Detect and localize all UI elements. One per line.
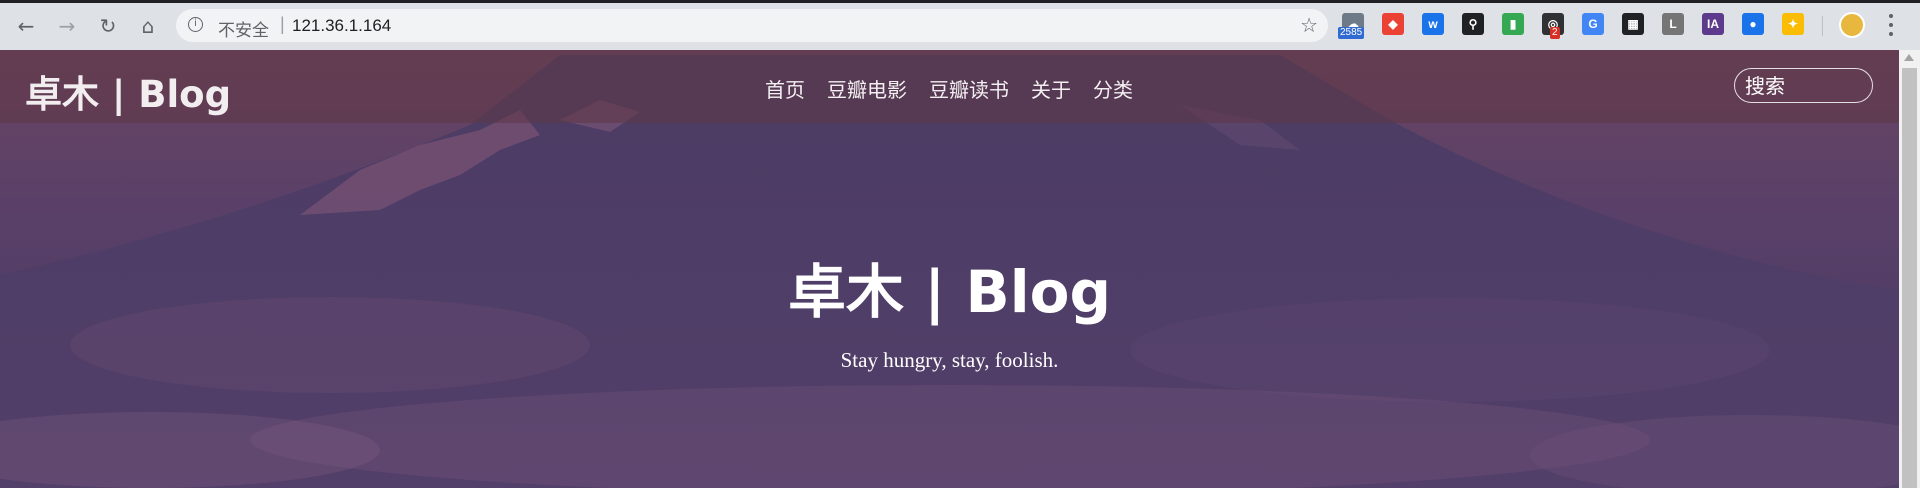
ext-8-icon[interactable]: ▦ <box>1622 13 1644 35</box>
nav-douban-movies[interactable]: 豆瓣电影 <box>827 74 907 103</box>
bookmark-star-icon[interactable]: ☆ <box>1300 13 1318 37</box>
ext-5-icon[interactable]: ▮ <box>1502 13 1524 35</box>
site-nav: 首页 豆瓣电影 豆瓣读书 关于 分类 <box>765 74 1133 103</box>
ext-12-icon[interactable]: ✦ <box>1782 13 1804 35</box>
site-logo[interactable]: 卓木 | Blog <box>25 64 231 118</box>
blog-page: 卓木 | Blog 首页 豆瓣电影 豆瓣读书 关于 分类 卓木 | Blog S… <box>0 50 1899 488</box>
ext-4-icon[interactable]: ⚲ <box>1462 13 1484 35</box>
forward-button[interactable]: → <box>53 12 81 40</box>
ext-3-icon[interactable]: w <box>1422 13 1444 35</box>
ext-11-icon[interactable]: ● <box>1742 13 1764 35</box>
back-button[interactable]: ← <box>12 12 40 40</box>
ext-9-icon[interactable]: L <box>1662 13 1684 35</box>
ext-10-icon[interactable]: IA <box>1702 13 1724 35</box>
site-header: 卓木 | Blog 首页 豆瓣电影 豆瓣读书 关于 分类 <box>0 50 1899 123</box>
nav-douban-books[interactable]: 豆瓣读书 <box>929 74 1009 103</box>
search-input[interactable] <box>1734 68 1873 103</box>
extension-badge: 2585 <box>1338 27 1365 39</box>
nav-about[interactable]: 关于 <box>1031 74 1071 103</box>
extension-badge: 2 <box>1550 27 1560 39</box>
browser-menu-icon[interactable] <box>1887 14 1895 36</box>
browser-toolbar: ← → ↻ ⌂ i 不安全 | 121.36.1.164 ☆ ☁ 2585 ◆ w ⚲ ▮… <box>0 0 1920 50</box>
page-scrollbar[interactable] <box>1899 50 1920 488</box>
reload-button[interactable]: ↻ <box>94 12 122 40</box>
scroll-up-icon[interactable] <box>1904 54 1914 61</box>
nav-home[interactable]: 首页 <box>765 74 805 103</box>
toolbar-divider <box>1822 16 1823 36</box>
nav-categories[interactable]: 分类 <box>1093 74 1133 103</box>
insecure-label[interactable]: 不安全 <box>218 16 269 41</box>
omnibox-separator: | <box>280 14 285 34</box>
scroll-thumb[interactable] <box>1902 68 1917 488</box>
url-text[interactable]: 121.36.1.164 <box>292 16 391 36</box>
ext-7-icon[interactable]: G <box>1582 13 1604 35</box>
hero-title: 卓木 | Blog <box>787 258 1112 326</box>
profile-avatar[interactable] <box>1839 12 1865 38</box>
ext-2-icon[interactable]: ◆ <box>1382 13 1404 35</box>
tab-strip-edge <box>0 0 1920 3</box>
info-icon[interactable]: i <box>188 17 203 32</box>
address-bar[interactable]: i 不安全 | 121.36.1.164 ☆ <box>176 9 1328 42</box>
hero-subtitle: Stay hungry, stay, foolish. <box>840 348 1059 372</box>
home-button[interactable]: ⌂ <box>134 12 162 40</box>
